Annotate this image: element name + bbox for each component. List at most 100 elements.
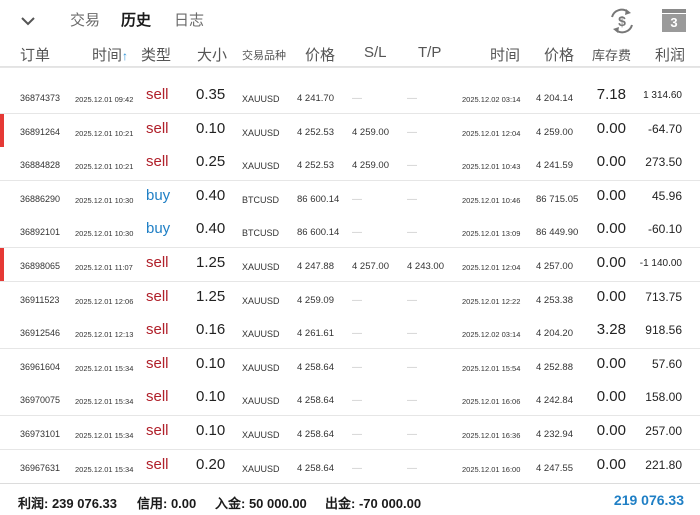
cell-symbol: XAUUSD [242, 396, 280, 407]
cell-sl: — [352, 193, 362, 205]
cell-open-price: 4 259.09 [297, 294, 334, 306]
col-open-time[interactable]: 时间↑ [92, 44, 128, 65]
table-row[interactable]: 36884828 2025.12.01 10:21 sell 0.25 XAUUSD 4 … [0, 147, 700, 182]
cell-tp: — [407, 93, 417, 104]
chevron-down-icon[interactable] [18, 11, 38, 31]
cell-close-price: 86 715.05 [536, 193, 579, 205]
col-close-price[interactable]: 价格 [544, 44, 574, 65]
calendar-badge: 3 [662, 14, 686, 32]
cell-profit: 1 314.60 [643, 90, 682, 101]
col-close-time[interactable]: 时间 [490, 44, 520, 65]
col-open-price[interactable]: 价格 [305, 44, 335, 65]
cell-type: sell [146, 388, 169, 406]
col-order[interactable]: 订单 [20, 44, 50, 65]
summary-balance: 219 076.33 [613, 492, 684, 508]
cell-open-price: 4 258.64 [297, 361, 334, 373]
cell-profit: -1 140.00 [639, 258, 682, 269]
col-tp[interactable]: T/P [418, 44, 441, 61]
summary-withdrawal: 出金: -70 000.00 [325, 496, 422, 511]
cell-symbol: XAUUSD [242, 161, 280, 172]
col-swap[interactable]: 库存费 [592, 45, 631, 64]
cell-swap: 0.00 [596, 254, 626, 271]
cell-symbol: XAUUSD [242, 94, 280, 104]
cell-swap: 0.00 [596, 287, 626, 305]
cell-order: 36891264 [20, 126, 61, 137]
cell-type: sell [146, 354, 169, 372]
col-profit[interactable]: 利润 [655, 44, 685, 65]
table-row[interactable]: 36891264 2025.12.01 10:21 sell 0.10 XAUUSD 4 … [0, 113, 700, 148]
cell-sl: — [352, 395, 362, 407]
cell-sl: — [352, 227, 362, 239]
cell-volume: 0.10 [196, 354, 226, 372]
table-row[interactable]: 36886290 2025.12.01 10:30 buy 0.40 BTCUSD 86 … [0, 180, 700, 215]
table-row[interactable]: 36961604 2025.12.01 15:34 sell 0.10 XAUUSD 4 … [0, 348, 700, 383]
cell-order: 36967631 [20, 462, 61, 473]
cell-swap: 0.00 [596, 354, 626, 372]
cell-order: 36973101 [20, 429, 61, 439]
cell-profit: 918.56 [645, 323, 682, 338]
cell-type: sell [146, 86, 169, 103]
summary-profit: 利润: 239 076.33 [18, 496, 118, 511]
cell-tp: — [407, 294, 417, 306]
table-header: 订单 时间↑ 类型 大小 交易品种 价格 S/L T/P 时间 价格 库存费 利… [0, 40, 700, 67]
table-row[interactable]: 36967631 2025.12.01 15:34 sell 0.20 XAUUSD 4 … [0, 449, 700, 483]
cell-open-time: 2025.12.01 15:34 [75, 431, 134, 440]
cell-close-price: 4 232.94 [536, 429, 573, 440]
summary-bar: 利润: 239 076.33 信用: 0.00 入金: 50 000.00 出金… [0, 483, 700, 515]
table-row[interactable]: 36898065 2025.12.01 11:07 sell 1.25 XAUUSD 4 … [0, 248, 700, 282]
cell-open-price: 4 261.61 [297, 328, 334, 340]
table-row[interactable]: 36911523 2025.12.01 12:06 sell 1.25 XAUUSD 4 … [0, 281, 700, 316]
cell-symbol: XAUUSD [242, 362, 280, 373]
table-row[interactable]: 36970075 2025.12.01 15:34 sell 0.10 XAUUSD 4 … [0, 382, 700, 417]
cell-volume: 1.25 [196, 287, 226, 305]
cell-close-time: 2025.12.01 12:04 [462, 128, 521, 138]
cell-symbol: BTCUSD [242, 228, 280, 239]
cell-open-time: 2025.12.01 15:34 [75, 464, 134, 474]
cell-tp: 4 243.00 [407, 261, 444, 272]
col-symbol[interactable]: 交易品种 [242, 47, 286, 63]
cell-swap: 0.00 [596, 186, 626, 204]
cell-order: 36884828 [20, 160, 61, 171]
svg-text:$: $ [618, 13, 626, 29]
dollar-refresh-icon[interactable]: $ [608, 8, 636, 34]
table-row[interactable]: 36874373 2025.12.01 09:42 sell 0.35 XAUUSD 4 … [0, 80, 700, 114]
col-type[interactable]: 类型 [141, 44, 171, 65]
cell-symbol: XAUUSD [242, 463, 280, 474]
top-toolbar: 交易 历史 日志 $ 3 [0, 0, 700, 40]
cell-close-price: 4 242.84 [536, 395, 573, 407]
cell-profit: 221.80 [645, 457, 682, 472]
row-marker [0, 113, 4, 147]
cell-close-time: 2025.12.01 13:09 [462, 229, 521, 239]
col-volume[interactable]: 大小 [197, 44, 227, 65]
cell-swap: 0.00 [596, 220, 626, 238]
cell-tp: — [407, 462, 417, 474]
cell-tp: — [407, 361, 417, 373]
col-sl[interactable]: S/L [364, 44, 387, 61]
cell-swap: 7.18 [596, 86, 626, 103]
cell-type: buy [146, 186, 171, 204]
cell-open-price: 4 258.64 [297, 395, 334, 407]
tab-journal[interactable]: 日志 [174, 11, 204, 31]
cell-close-price: 4 252.88 [536, 361, 573, 373]
cell-volume: 0.10 [196, 119, 226, 137]
cell-volume: 0.40 [196, 186, 226, 204]
cell-close-time: 2025.12.01 12:04 [462, 263, 521, 272]
calendar-icon[interactable]: 3 [662, 9, 686, 32]
cell-open-time: 2025.12.01 15:34 [75, 363, 134, 373]
cell-sl: — [352, 361, 362, 373]
cell-close-price: 4 204.20 [536, 328, 573, 340]
cell-close-time: 2025.12.01 16:36 [462, 431, 521, 440]
tab-trade[interactable]: 交易 [70, 11, 100, 31]
cell-close-price: 4 241.59 [536, 160, 573, 172]
tab-history[interactable]: 历史 [121, 11, 151, 31]
cell-sl: — [352, 462, 362, 474]
table-row[interactable]: 36892101 2025.12.01 10:30 buy 0.40 BTCUSD 86 … [0, 214, 700, 249]
cell-order: 36912546 [20, 328, 61, 339]
cell-type: sell [146, 287, 169, 305]
cell-swap: 0.00 [596, 119, 626, 137]
cell-profit: 158.00 [645, 390, 682, 405]
cell-profit: 273.50 [645, 155, 682, 170]
table-row[interactable]: 36912546 2025.12.01 12:13 sell 0.16 XAUUSD 4 … [0, 315, 700, 350]
cell-type: sell [146, 254, 169, 271]
table-row[interactable]: 36973101 2025.12.01 15:34 sell 0.10 XAUUSD 4 … [0, 416, 700, 450]
